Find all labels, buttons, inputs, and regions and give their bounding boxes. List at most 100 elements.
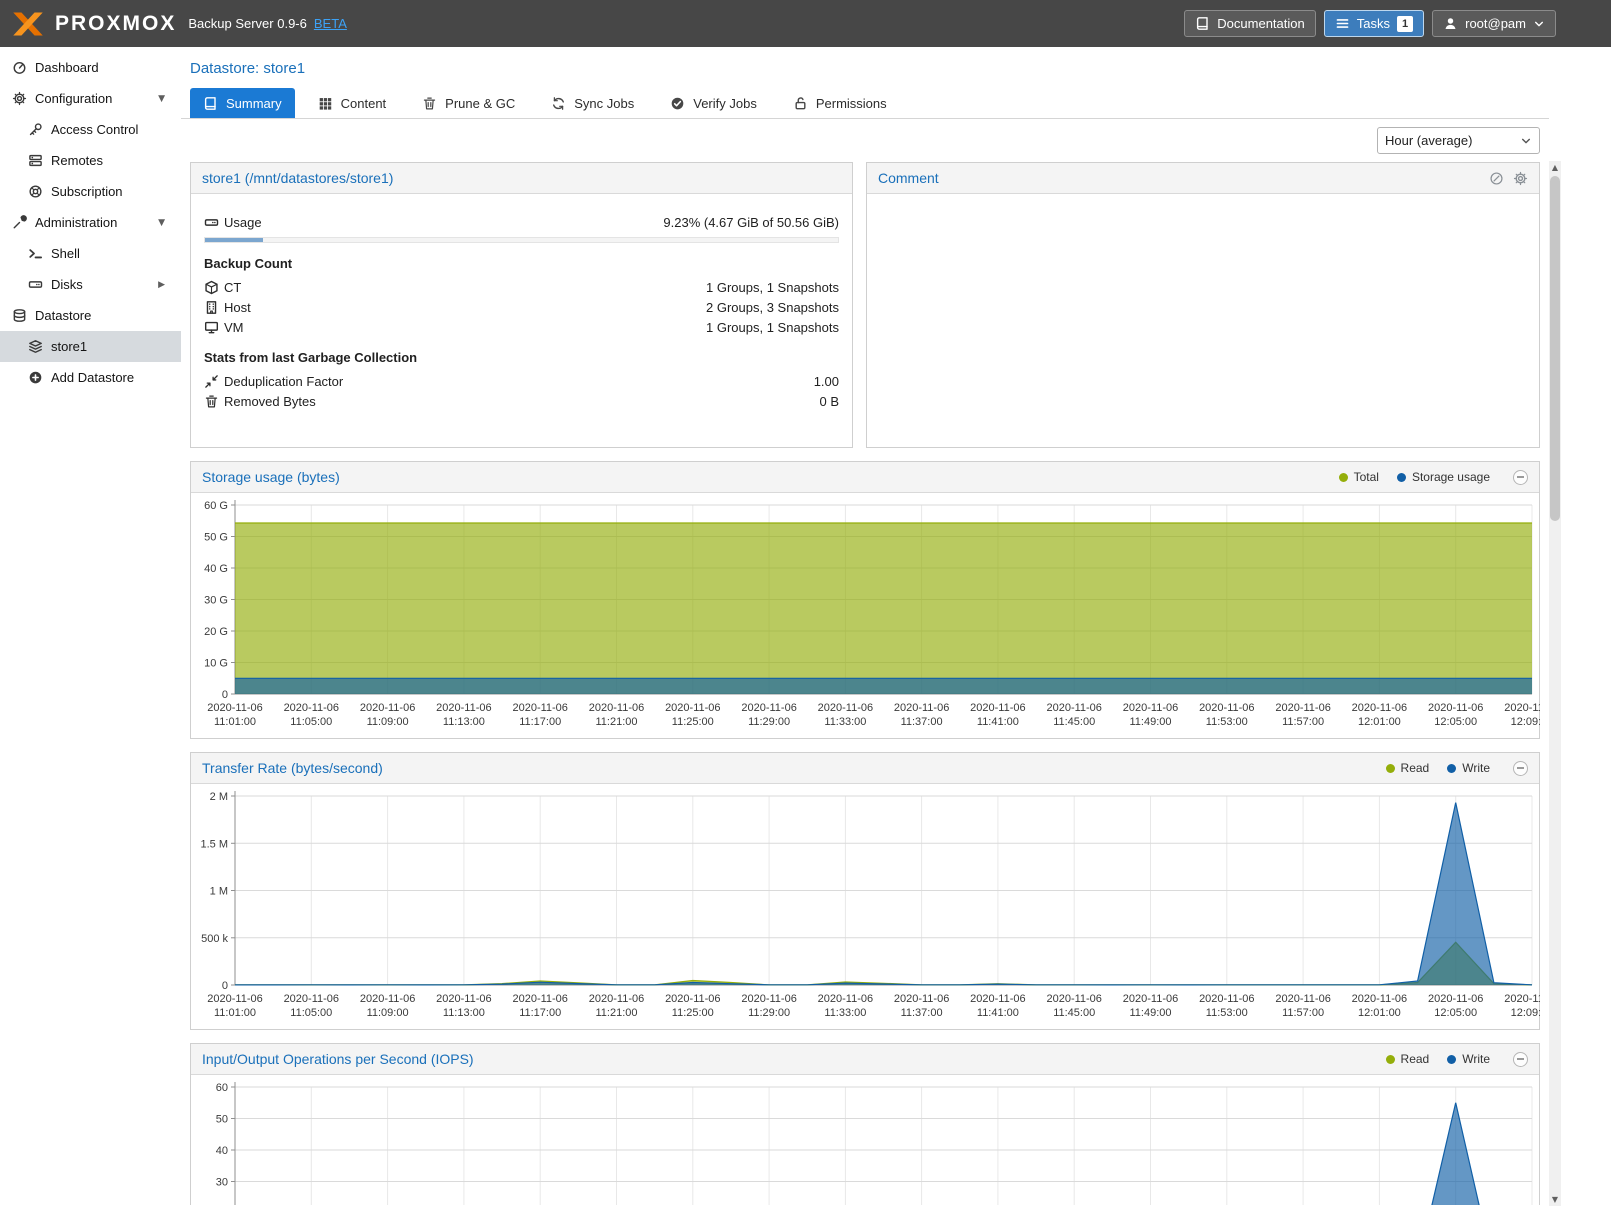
svg-text:12:05:00: 12:05:00 bbox=[1434, 716, 1477, 728]
tab-label: Prune & GC bbox=[445, 96, 515, 111]
sidebar-item-configuration[interactable]: Configuration ▼ bbox=[0, 83, 181, 114]
sidebar-item-label: Datastore bbox=[35, 308, 91, 323]
scroll-up-button[interactable]: ▲ bbox=[1549, 161, 1561, 174]
legend-item-storage-usage[interactable]: Storage usage bbox=[1397, 470, 1490, 484]
legend-item-total[interactable]: Total bbox=[1339, 470, 1379, 484]
svg-text:11:09:00: 11:09:00 bbox=[367, 1007, 409, 1019]
svg-text:2020-11-06: 2020-11-06 bbox=[360, 702, 415, 714]
timeframe-select[interactable]: Hour (average) bbox=[1377, 127, 1540, 154]
comment-panel: Comment bbox=[866, 162, 1540, 448]
documentation-label: Documentation bbox=[1217, 16, 1304, 31]
ct-value: 1 Groups, 1 Snapshots bbox=[706, 280, 839, 295]
sidebar-item-label: Dashboard bbox=[35, 60, 99, 75]
collapse-panel-icon[interactable] bbox=[1513, 470, 1528, 485]
documentation-button[interactable]: Documentation bbox=[1184, 10, 1315, 37]
server-stack-icon bbox=[27, 153, 43, 168]
sidebar-item-remotes[interactable]: Remotes bbox=[0, 145, 181, 176]
svg-text:50 G: 50 G bbox=[204, 532, 228, 544]
sidebar-item-access-control[interactable]: Access Control bbox=[0, 114, 181, 145]
tab-verify-jobs[interactable]: Verify Jobs bbox=[657, 88, 770, 118]
sidebar-item-datastore[interactable]: Datastore bbox=[0, 300, 181, 331]
svg-text:2020-11-06: 2020-11-06 bbox=[970, 993, 1025, 1005]
sidebar-item-add-datastore[interactable]: Add Datastore bbox=[0, 362, 181, 393]
unlock-icon bbox=[793, 96, 808, 111]
panel-title: Transfer Rate (bytes/second) bbox=[202, 760, 383, 776]
svg-text:12:01:00: 12:01:00 bbox=[1358, 716, 1401, 728]
collapse-arrow-icon[interactable]: ▼ bbox=[158, 218, 165, 228]
svg-text:11:37:00: 11:37:00 bbox=[901, 1007, 943, 1019]
panel-title: Input/Output Operations per Second (IOPS… bbox=[202, 1051, 474, 1067]
summary-body: Usage 9.23% (4.67 GiB of 50.56 GiB) Back… bbox=[191, 194, 852, 446]
chart-legend: Read Write bbox=[1386, 761, 1490, 775]
legend-item-read[interactable]: Read bbox=[1386, 761, 1430, 775]
svg-text:20 G: 20 G bbox=[204, 626, 228, 638]
sidebar-item-administration[interactable]: Administration ▼ bbox=[0, 207, 181, 238]
tab-summary[interactable]: Summary bbox=[190, 88, 295, 118]
legend-item-write[interactable]: Write bbox=[1447, 1052, 1490, 1066]
gear-icon[interactable] bbox=[1513, 171, 1528, 186]
svg-text:2020-11-06: 2020-11-06 bbox=[665, 702, 720, 714]
tab-sync-jobs[interactable]: Sync Jobs bbox=[538, 88, 647, 118]
svg-text:2020-11-06: 2020-11-06 bbox=[894, 993, 949, 1005]
svg-text:2020-11-06: 2020-11-06 bbox=[512, 993, 567, 1005]
removed-bytes-value: 0 B bbox=[819, 394, 839, 409]
vertical-scrollbar[interactable]: ▲ ▼ bbox=[1549, 161, 1561, 1206]
usage-label: Usage bbox=[224, 215, 262, 230]
sidebar-item-store1[interactable]: store1 bbox=[0, 331, 181, 362]
edit-icon[interactable] bbox=[1489, 171, 1504, 186]
chart-legend: Read Write bbox=[1386, 1052, 1490, 1066]
collapse-arrow-icon[interactable]: ▼ bbox=[158, 94, 165, 104]
svg-text:2020-11-06: 2020-11-06 bbox=[970, 702, 1025, 714]
svg-text:40: 40 bbox=[216, 1145, 228, 1157]
svg-text:11:57:00: 11:57:00 bbox=[1282, 716, 1324, 728]
book-icon bbox=[203, 96, 218, 111]
user-menu-button[interactable]: root@pam bbox=[1432, 10, 1556, 37]
usage-progress-fill bbox=[205, 238, 263, 242]
svg-text:50: 50 bbox=[216, 1114, 228, 1126]
scrollbar-track[interactable] bbox=[1549, 174, 1561, 1193]
svg-text:2020-11-06: 2020-11-06 bbox=[1504, 702, 1540, 714]
tab-permissions[interactable]: Permissions bbox=[780, 88, 900, 118]
svg-text:11:21:00: 11:21:00 bbox=[595, 1007, 637, 1019]
expand-arrow-icon[interactable]: ▶ bbox=[158, 280, 165, 290]
compress-icon bbox=[204, 374, 224, 389]
trash-icon bbox=[422, 96, 437, 111]
tasks-count-badge: 1 bbox=[1397, 16, 1413, 32]
beta-link[interactable]: BETA bbox=[314, 16, 347, 31]
svg-text:2020-11-06: 2020-11-06 bbox=[1352, 702, 1407, 714]
panel-header: Transfer Rate (bytes/second) Read Write bbox=[191, 753, 1539, 784]
sidebar-item-subscription[interactable]: Subscription bbox=[0, 176, 181, 207]
collapse-panel-icon[interactable] bbox=[1513, 1052, 1528, 1067]
sidebar-item-dashboard[interactable]: Dashboard bbox=[0, 52, 181, 83]
svg-text:12:09:00: 12:09:00 bbox=[1511, 1007, 1540, 1019]
sidebar-item-shell[interactable]: Shell bbox=[0, 238, 181, 269]
svg-text:11:45:00: 11:45:00 bbox=[1053, 716, 1095, 728]
tab-prune-gc[interactable]: Prune & GC bbox=[409, 88, 528, 118]
scrollbar-thumb[interactable] bbox=[1550, 176, 1560, 521]
scroll-down-button[interactable]: ▼ bbox=[1549, 1193, 1561, 1206]
database-icon bbox=[11, 308, 27, 323]
svg-text:11:25:00: 11:25:00 bbox=[672, 1007, 714, 1019]
tasks-button[interactable]: Tasks 1 bbox=[1324, 10, 1424, 37]
sidebar-item-disks[interactable]: Disks ▶ bbox=[0, 269, 181, 300]
svg-text:12:05:00: 12:05:00 bbox=[1434, 1007, 1477, 1019]
svg-text:2020-11-06: 2020-11-06 bbox=[589, 993, 644, 1005]
tab-content[interactable]: Content bbox=[305, 88, 400, 118]
timeframe-value: Hour (average) bbox=[1385, 133, 1472, 148]
scroll-down-icon: ▼ bbox=[1552, 1195, 1558, 1204]
refresh-icon bbox=[551, 96, 566, 111]
building-icon bbox=[204, 300, 224, 315]
sidebar-item-label: Remotes bbox=[51, 153, 103, 168]
svg-text:11:49:00: 11:49:00 bbox=[1129, 716, 1171, 728]
plus-circle-icon bbox=[27, 370, 43, 385]
usage-progress-bar bbox=[204, 237, 839, 243]
svg-text:2020-11-06: 2020-11-06 bbox=[1352, 993, 1407, 1005]
svg-text:2020-11-06: 2020-11-06 bbox=[1046, 993, 1101, 1005]
comment-body[interactable] bbox=[867, 194, 1539, 446]
collapse-panel-icon[interactable] bbox=[1513, 761, 1528, 776]
chevron-down-icon bbox=[1533, 18, 1545, 30]
legend-item-write[interactable]: Write bbox=[1447, 761, 1490, 775]
legend-item-read[interactable]: Read bbox=[1386, 1052, 1430, 1066]
legend-dot-icon bbox=[1386, 764, 1395, 773]
svg-text:2020-11-06: 2020-11-06 bbox=[818, 993, 873, 1005]
